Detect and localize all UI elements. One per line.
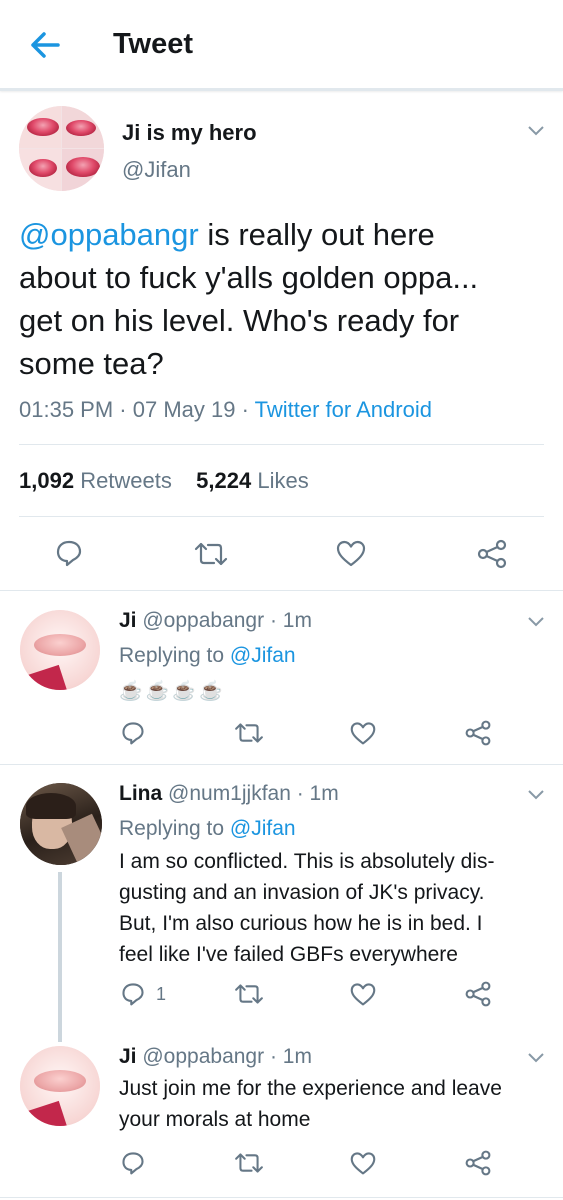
reply-text: Just join me for the experience and leav…: [119, 1077, 502, 1131]
reply-icon[interactable]: [120, 1150, 146, 1176]
author-name[interactable]: Ji is my hero: [122, 120, 257, 146]
like-icon[interactable]: [335, 538, 367, 568]
tweet-text: @oppabangr is really out here about to f…: [19, 217, 479, 381]
divider: [0, 590, 563, 591]
back-arrow-icon[interactable]: [28, 30, 62, 60]
reply-name[interactable]: Ji: [119, 609, 137, 632]
like-icon[interactable]: [349, 1150, 377, 1176]
reply-header: Ji @oppabangr · 1m: [119, 609, 312, 633]
retweet-icon[interactable]: [233, 982, 265, 1006]
retweet-icon[interactable]: [233, 721, 265, 745]
reply-avatar[interactable]: [20, 610, 100, 690]
reply-icon[interactable]: [54, 538, 84, 568]
reply-name[interactable]: Ji: [119, 1045, 137, 1068]
replying-to: Replying to @Jifan: [119, 644, 296, 667]
tweet-date: 07 May 19: [132, 397, 236, 422]
tweet-client[interactable]: Twitter for Android: [255, 397, 432, 422]
reply-text: I am so conflicted. This is absolutely d…: [119, 850, 495, 966]
page-title: Tweet: [113, 28, 194, 60]
divider: [0, 764, 563, 765]
share-icon[interactable]: [464, 719, 492, 747]
replying-to: Replying to @Jifan: [119, 817, 296, 840]
reply-text: ☕☕☕☕: [119, 681, 226, 702]
share-icon[interactable]: [464, 1149, 492, 1177]
divider: [19, 516, 544, 517]
reply-name[interactable]: Lina: [119, 782, 162, 805]
tweet-time: 01:35 PM: [19, 397, 114, 422]
reply-time: · 1m: [296, 782, 339, 805]
thread-line: [58, 872, 62, 1042]
reply-header: Ji @oppabangr · 1m: [119, 1045, 312, 1069]
share-icon[interactable]: [476, 538, 508, 570]
reply-handle[interactable]: @num1jjkfan: [168, 782, 291, 805]
reply-avatar[interactable]: [20, 783, 102, 865]
share-icon[interactable]: [464, 980, 492, 1008]
tweet-meta: 01:35 PM · 07 May 19 · Twitter for Andro…: [19, 397, 432, 422]
reply-icon[interactable]: [120, 981, 146, 1007]
retweets-stat[interactable]: 1,092 Retweets: [19, 468, 172, 493]
top-bar: Tweet: [0, 0, 563, 91]
reply-handle[interactable]: @oppabangr: [142, 609, 264, 632]
reply-handle[interactable]: @oppabangr: [142, 1045, 264, 1068]
reply-icon[interactable]: [120, 720, 146, 746]
chevron-down-icon[interactable]: [527, 125, 545, 137]
chevron-down-icon[interactable]: [527, 789, 545, 801]
chevron-down-icon[interactable]: [527, 616, 545, 628]
reply-header: Lina @num1jjkfan · 1m: [119, 782, 339, 806]
retweet-icon[interactable]: [233, 1151, 265, 1175]
author-avatar[interactable]: [19, 106, 104, 191]
author-handle[interactable]: @Jifan: [122, 157, 191, 183]
reply-time: · 1m: [269, 1045, 312, 1068]
reply-avatar[interactable]: [20, 1046, 100, 1126]
reply-time: · 1m: [269, 609, 312, 632]
retweet-icon[interactable]: [193, 540, 229, 568]
likes-stat[interactable]: 5,224 Likes: [196, 468, 309, 493]
reply-count: 1: [156, 984, 167, 1004]
chevron-down-icon[interactable]: [527, 1052, 545, 1064]
tweet-stats: 1,092 Retweets 5,224 Likes: [19, 468, 309, 494]
like-icon[interactable]: [349, 720, 377, 746]
divider: [19, 444, 544, 445]
mention-link[interactable]: @oppabangr: [19, 217, 199, 252]
like-icon[interactable]: [349, 981, 377, 1007]
divider: [0, 1197, 563, 1198]
